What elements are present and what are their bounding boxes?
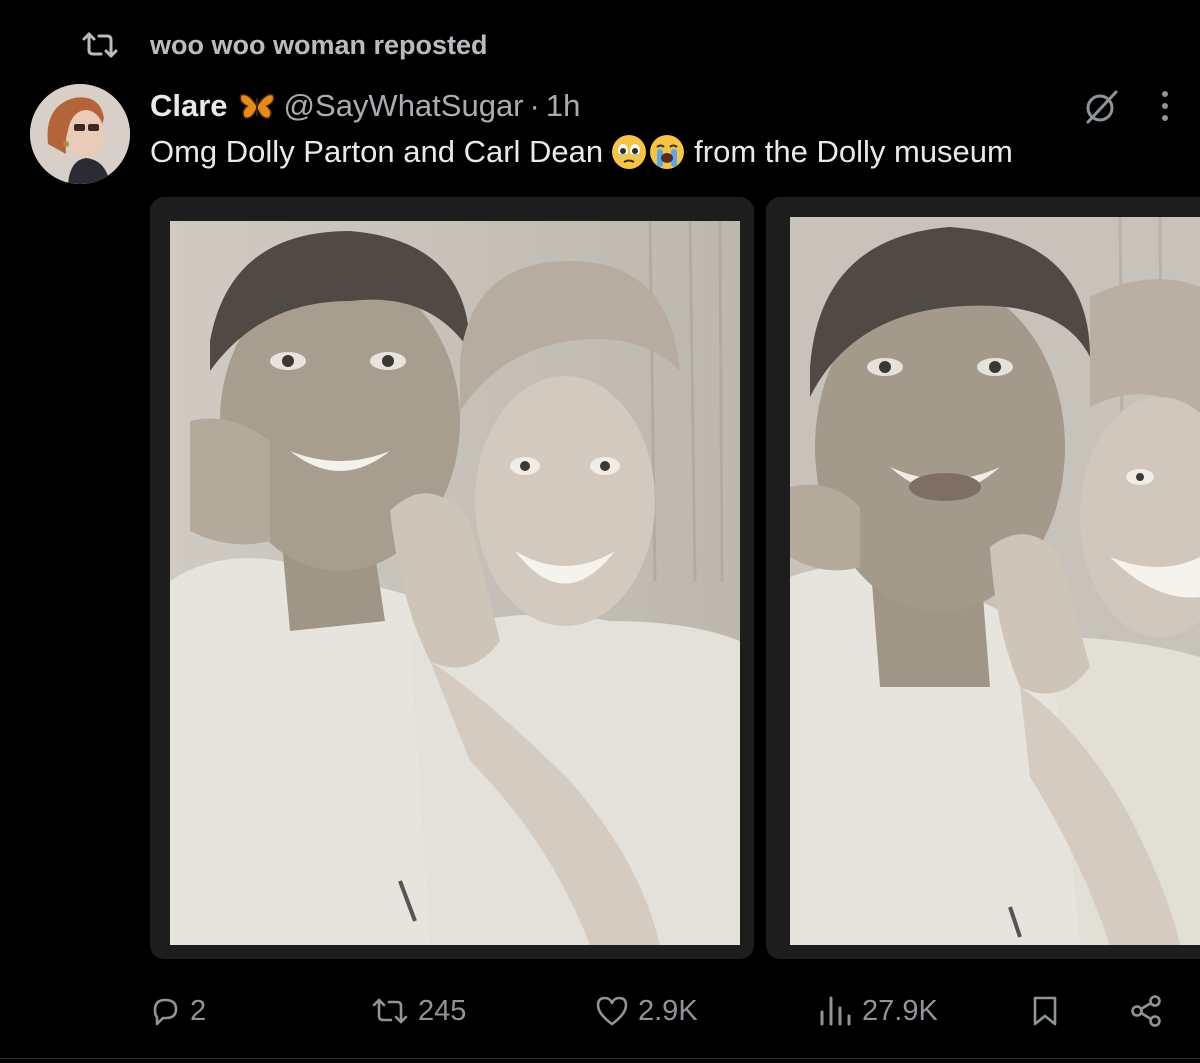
tweet[interactable]: woo woo woman reposted Clare @SayWhatSug… xyxy=(0,0,1200,1063)
loudly-crying-emoji xyxy=(649,134,685,170)
bookmark-button[interactable] xyxy=(1030,986,1060,1036)
tweet-top-actions xyxy=(1082,86,1170,131)
repost-icon xyxy=(80,30,120,60)
divider xyxy=(0,1058,1200,1059)
reply-button[interactable]: 2 xyxy=(148,986,206,1036)
repost-count: 245 xyxy=(418,994,467,1027)
avatar[interactable] xyxy=(30,84,130,184)
media-gallery[interactable] xyxy=(150,197,1200,959)
repost-context[interactable]: woo woo woman reposted xyxy=(80,28,488,62)
photo-booth-strip-1[interactable] xyxy=(150,197,754,959)
like-count: 2.9K xyxy=(638,994,698,1027)
repost-icon xyxy=(370,996,410,1026)
views-icon xyxy=(818,994,854,1028)
author-name[interactable]: Clare xyxy=(150,88,228,124)
share-icon xyxy=(1128,994,1164,1028)
share-button[interactable] xyxy=(1128,986,1164,1036)
reply-icon xyxy=(148,994,182,1028)
grok-icon[interactable] xyxy=(1082,86,1122,131)
photo-image xyxy=(790,217,1200,945)
tweet-actions: 2 245 2.9K 27.9K xyxy=(0,986,1200,1036)
holding-back-tears-emoji xyxy=(611,134,647,170)
more-options-icon[interactable] xyxy=(1160,88,1170,129)
repost-button[interactable]: 245 xyxy=(370,986,466,1036)
photo-booth-strip-2[interactable] xyxy=(766,197,1200,959)
tweet-text-part-2: from the Dolly museum xyxy=(694,134,1013,169)
like-button[interactable]: 2.9K xyxy=(594,986,698,1036)
author-handle[interactable]: @SayWhatSugar xyxy=(284,88,524,124)
tweet-text: Omg Dolly Parton and Carl Dean from the … xyxy=(150,134,1013,170)
repost-text[interactable]: woo woo woman reposted xyxy=(150,30,488,61)
tweet-header: Clare @SayWhatSugar · 1h xyxy=(150,84,580,128)
timestamp[interactable]: 1h xyxy=(546,88,580,124)
header-separator: · xyxy=(529,88,540,123)
views-button[interactable]: 27.9K xyxy=(818,986,938,1036)
heart-icon xyxy=(594,994,630,1028)
views-count: 27.9K xyxy=(862,994,938,1027)
photo-image xyxy=(170,221,740,945)
tweet-text-part-1: Omg Dolly Parton and Carl Dean xyxy=(150,134,604,169)
reply-count: 2 xyxy=(190,994,207,1027)
bookmark-icon xyxy=(1030,994,1060,1028)
butterfly-icon xyxy=(238,90,276,122)
